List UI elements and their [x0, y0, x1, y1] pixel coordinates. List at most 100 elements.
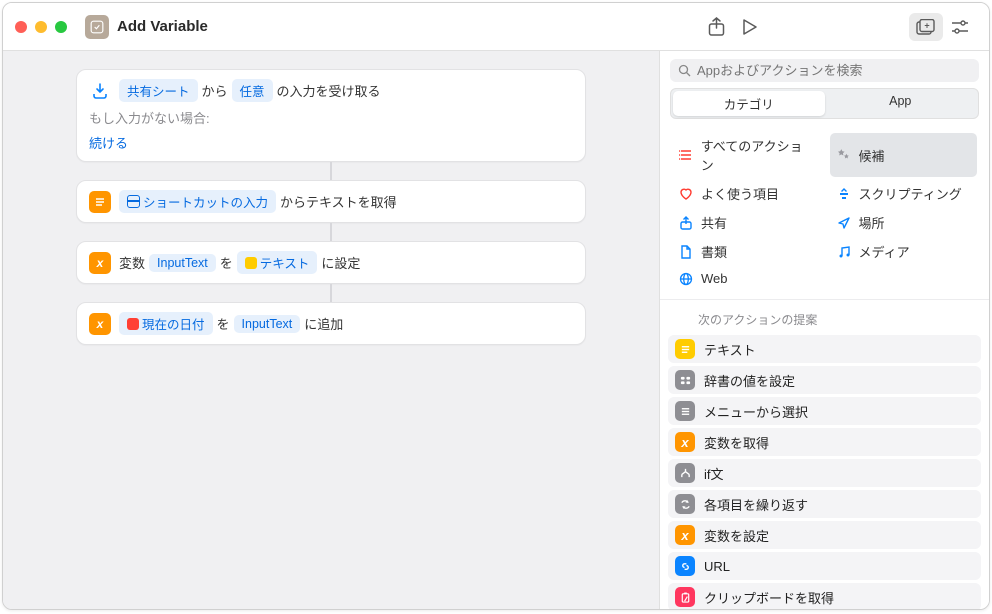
text: を: [217, 314, 230, 333]
text: からテキストを取得: [280, 192, 397, 211]
category-item[interactable]: 共有: [672, 210, 820, 235]
variable-name-token[interactable]: InputText: [234, 315, 301, 333]
settings-tab-button[interactable]: [943, 13, 977, 41]
action-item[interactable]: 各項目を繰り返す: [668, 490, 981, 518]
shortcut-input-token[interactable]: ショートカットの入力: [119, 190, 276, 213]
action-item[interactable]: メニューから選択: [668, 397, 981, 425]
svg-text:+: +: [924, 20, 929, 30]
suggestions-panel: 次のアクションの提案 テキスト辞書の値を設定メニューから選択 x 変数を取得 if文各…: [660, 300, 989, 609]
category-item[interactable]: メディア: [830, 239, 978, 264]
svg-text:x: x: [680, 435, 689, 450]
action-label: 各項目を繰り返す: [704, 495, 808, 514]
action-icon: x: [675, 432, 695, 452]
category-item[interactable]: 書類: [672, 239, 820, 264]
text: 変数: [119, 253, 145, 272]
zoom-window-button[interactable]: [55, 21, 67, 33]
share-sheet-token[interactable]: 共有シート: [119, 79, 198, 102]
category-icon: [678, 245, 694, 259]
category-item[interactable]: 候補: [830, 133, 978, 177]
inspector-toggle: +: [909, 13, 977, 41]
category-icon: [678, 216, 694, 230]
shortcut-icon: [85, 15, 109, 39]
action-icon: [675, 339, 695, 359]
action-add-to-variable[interactable]: x 現在の日付 を InputText に追加: [76, 302, 586, 345]
category-item[interactable]: すべてのアクション: [672, 133, 820, 177]
traffic-lights: [15, 21, 67, 33]
category-icon: [836, 245, 852, 259]
no-input-label: もし入力がない場合:: [89, 108, 210, 127]
current-date-token[interactable]: 現在の日付: [119, 312, 213, 335]
text-icon: [89, 191, 111, 213]
window-title: Add Variable: [117, 18, 208, 35]
share-button[interactable]: [699, 12, 733, 42]
variable-name-token[interactable]: InputText: [149, 254, 216, 272]
action-icon: [675, 370, 695, 390]
action-icon: [675, 401, 695, 421]
action-label: 辞書の値を設定: [704, 371, 795, 390]
category-icon: [678, 148, 694, 162]
action-list: テキスト辞書の値を設定メニューから選択 x 変数を取得 if文各項目を繰り返す x 変数を…: [668, 335, 981, 609]
category-label: Web: [701, 271, 728, 286]
action-receive-input[interactable]: 共有シート から 任意 の入力を受け取る もし入力がない場合: 続ける: [76, 69, 586, 162]
action-item[interactable]: URL: [668, 552, 981, 580]
search-input[interactable]: [697, 63, 971, 78]
suggestions-header: 次のアクションの提案: [668, 308, 981, 335]
action-set-variable[interactable]: x 変数 InputText を テキスト に設定: [76, 241, 586, 284]
search-icon: [678, 64, 691, 77]
category-icon: [836, 187, 852, 201]
category-label: 場所: [859, 213, 885, 232]
text: に設定: [321, 253, 360, 272]
run-button[interactable]: [733, 12, 767, 42]
text: に追加: [304, 314, 343, 333]
library-tab-button[interactable]: +: [909, 13, 943, 41]
app-window: Add Variable + 共: [2, 2, 990, 610]
category-label: よく使う項目: [701, 184, 779, 203]
category-grid: すべてのアクション 候補よく使う項目 スクリプティング共有 場所書類 メディア Web: [660, 127, 989, 300]
connector: [330, 284, 332, 302]
minimize-window-button[interactable]: [35, 21, 47, 33]
tab-category[interactable]: カテゴリ: [673, 91, 825, 116]
category-icon: [678, 187, 694, 201]
titlebar: Add Variable +: [3, 3, 989, 51]
workflow-editor[interactable]: 共有シート から 任意 の入力を受け取る もし入力がない場合: 続ける: [3, 51, 659, 609]
action-icon: [675, 587, 695, 607]
action-item[interactable]: if文: [668, 459, 981, 487]
category-label: スクリプティング: [859, 184, 962, 203]
action-label: 変数を設定: [704, 526, 769, 545]
tab-app[interactable]: App: [825, 91, 977, 116]
connector: [330, 162, 332, 180]
variable-icon: x: [89, 313, 111, 335]
action-icon: [675, 556, 695, 576]
action-label: if文: [704, 464, 724, 483]
category-item[interactable]: 場所: [830, 210, 978, 235]
action-get-text[interactable]: ショートカットの入力 からテキストを取得: [76, 180, 586, 223]
search-field[interactable]: [670, 59, 979, 82]
action-item[interactable]: クリップボードを取得: [668, 583, 981, 609]
any-token[interactable]: 任意: [232, 79, 273, 102]
connector: [330, 223, 332, 241]
category-item[interactable]: Web: [672, 268, 820, 289]
continue-option[interactable]: 続ける: [89, 133, 128, 152]
action-item[interactable]: x 変数を設定: [668, 521, 981, 549]
category-item[interactable]: スクリプティング: [830, 181, 978, 206]
category-label: メディア: [859, 242, 910, 261]
action-icon: [675, 494, 695, 514]
text: を: [220, 253, 233, 272]
action-label: URL: [704, 559, 730, 574]
svg-text:x: x: [680, 528, 689, 543]
value-token[interactable]: テキスト: [237, 251, 318, 274]
category-label: 共有: [701, 213, 727, 232]
category-item[interactable]: よく使う項目: [672, 181, 820, 206]
action-item[interactable]: テキスト: [668, 335, 981, 363]
text: の入力を受け取る: [277, 81, 381, 100]
action-label: メニューから選択: [704, 402, 808, 421]
action-item[interactable]: 辞書の値を設定: [668, 366, 981, 394]
action-icon: [675, 463, 695, 483]
action-label: 変数を取得: [704, 433, 769, 452]
category-label: 候補: [859, 146, 885, 165]
action-item[interactable]: x 変数を取得: [668, 428, 981, 456]
close-window-button[interactable]: [15, 21, 27, 33]
input-icon: [89, 80, 111, 102]
category-label: すべてのアクション: [701, 136, 814, 174]
action-icon: x: [675, 525, 695, 545]
